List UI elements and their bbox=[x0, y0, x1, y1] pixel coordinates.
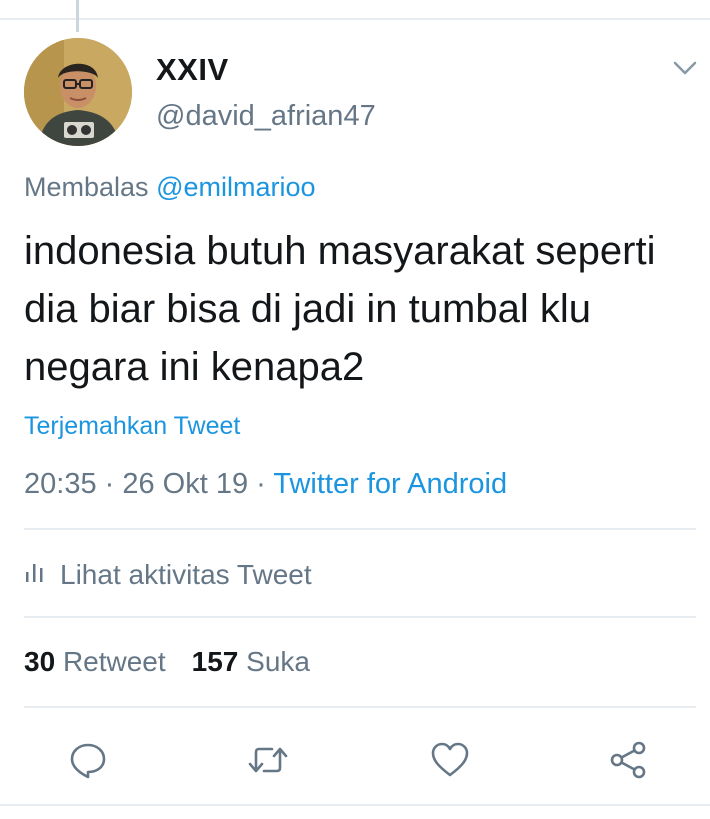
divider bbox=[24, 528, 696, 530]
retweet-count: 30 bbox=[24, 646, 56, 677]
share-icon[interactable] bbox=[606, 738, 650, 782]
meta-separator: · bbox=[96, 468, 123, 500]
user-handle[interactable]: @david_afrian47 bbox=[156, 100, 376, 133]
translate-tweet-link[interactable]: Terjemahkan Tweet bbox=[24, 412, 240, 441]
divider bbox=[24, 706, 696, 708]
heart-icon[interactable] bbox=[428, 738, 472, 782]
display-name[interactable]: XXIV bbox=[156, 52, 229, 88]
thread-connector-line bbox=[76, 0, 79, 32]
activity-label: Lihat aktivitas Tweet bbox=[60, 558, 312, 590]
engagement-stats: 30 Retweet 157 Suka bbox=[24, 646, 310, 678]
retweet-stat[interactable]: 30 Retweet bbox=[24, 646, 166, 677]
retweet-label: Retweet bbox=[62, 646, 166, 677]
tweet-text: indonesia butuh masyarakat seperti dia b… bbox=[24, 229, 656, 389]
tweet-activity-link[interactable]: Lihat aktivitas Tweet bbox=[24, 558, 312, 591]
like-count: 157 bbox=[191, 646, 239, 677]
divider bbox=[24, 616, 696, 618]
tweet-metadata: 20:35 · 26 Okt 19 · Twitter for Android bbox=[24, 468, 507, 501]
tweet-date: 26 Okt 19 bbox=[122, 468, 249, 500]
top-divider bbox=[0, 18, 710, 20]
meta-separator: · bbox=[248, 468, 274, 500]
reply-context: Membalas @emilmarioo bbox=[24, 172, 316, 203]
chevron-down-icon[interactable] bbox=[670, 56, 700, 80]
like-stat[interactable]: 157 Suka bbox=[192, 646, 310, 677]
bar-chart-icon bbox=[24, 558, 60, 591]
reply-prefix: Membalas bbox=[24, 172, 149, 202]
retweet-icon[interactable] bbox=[246, 738, 290, 782]
tweet-time: 20:35 bbox=[24, 468, 97, 500]
reply-mention-link[interactable]: @emilmarioo bbox=[156, 172, 315, 202]
tweet-source-link[interactable]: Twitter for Android bbox=[273, 468, 507, 500]
reply-icon[interactable] bbox=[66, 738, 110, 782]
avatar[interactable] bbox=[24, 38, 132, 146]
bottom-divider bbox=[0, 804, 710, 806]
like-label: Suka bbox=[246, 646, 310, 677]
